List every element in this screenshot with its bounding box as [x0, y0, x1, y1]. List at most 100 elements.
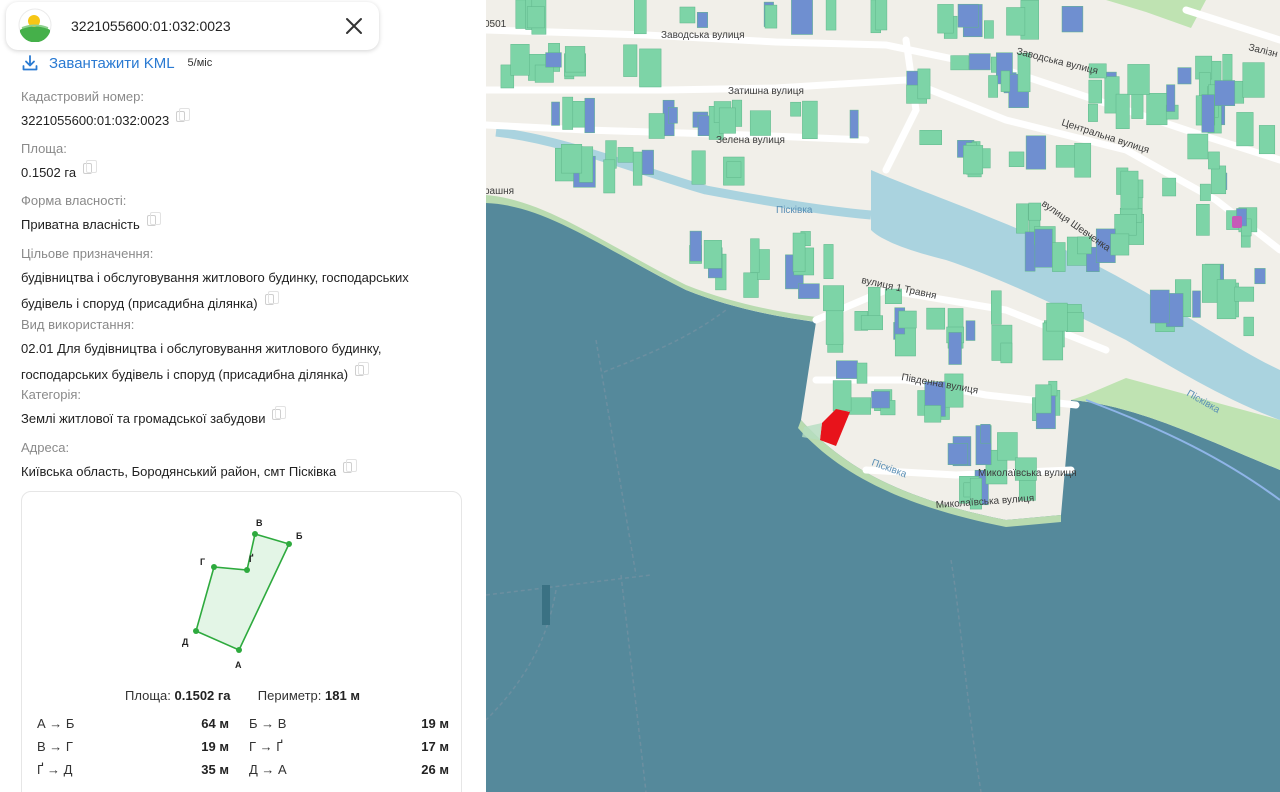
building — [948, 332, 962, 365]
segment-length: 64 м — [201, 716, 229, 731]
copy-icon[interactable] — [272, 406, 287, 420]
table-row: В → Г 19 м Г → Ґ 17 м — [37, 735, 449, 758]
building — [832, 380, 852, 412]
building — [1028, 202, 1042, 221]
building — [937, 4, 954, 34]
building — [1162, 177, 1177, 197]
vertex-point — [252, 531, 258, 537]
building — [634, 0, 647, 35]
download-icon[interactable] — [21, 54, 39, 72]
building — [1016, 203, 1029, 234]
building — [1088, 103, 1098, 122]
building — [991, 290, 1002, 325]
building — [790, 101, 802, 117]
map-canvas[interactable]: 0501 рашня Заводська вулиця Заводська ву… — [486, 0, 1280, 792]
plot-polygon — [195, 532, 291, 652]
building — [696, 12, 708, 28]
segment-name: В → Г — [37, 739, 73, 754]
building — [1201, 94, 1215, 133]
building — [1243, 316, 1254, 337]
cadastral-field: Кадастровий номер: 3221055600:01:032:002… — [21, 88, 451, 134]
category-label: Категорія: — [21, 387, 82, 402]
building — [749, 110, 771, 136]
cadastral-value-row: 3221055600:01:032:0023 — [21, 108, 451, 134]
vertex-label: А — [235, 660, 242, 670]
building — [1006, 7, 1026, 36]
building — [764, 4, 778, 29]
building — [924, 405, 942, 423]
building — [1034, 228, 1053, 268]
building — [1234, 286, 1255, 302]
building — [825, 0, 837, 31]
building — [836, 360, 858, 379]
building — [1210, 165, 1227, 195]
ownership-field: Форма власності: Приватна власність — [21, 192, 451, 238]
building — [798, 283, 820, 299]
close-icon[interactable] — [342, 14, 366, 38]
building — [1216, 279, 1237, 320]
title-bar: 3221055600:01:032:0023 — [6, 2, 379, 50]
building — [860, 315, 883, 331]
area-label: Площа: — [21, 141, 67, 156]
building — [639, 48, 662, 88]
copy-icon[interactable] — [176, 108, 191, 122]
vertex-point — [286, 541, 292, 547]
building — [1149, 289, 1170, 324]
segment-lengths-table: А → Б 64 м Б → В 19 м В → Г 19 м Г → Ґ 17 м … — [37, 712, 449, 781]
building — [1065, 312, 1084, 332]
building — [1254, 268, 1266, 285]
street-label-zavodska: Заводська вулиця — [661, 30, 745, 41]
ownership-value: Приватна власність — [21, 217, 140, 232]
building — [984, 20, 994, 39]
vertex-label: Д — [182, 637, 189, 647]
area-stat-value: 0.1502 га — [174, 688, 231, 703]
category-field: Категорія: Землі житлової та громадської… — [21, 386, 451, 432]
vertex-point — [244, 567, 250, 573]
building — [526, 6, 545, 29]
building — [691, 150, 706, 185]
building — [792, 232, 806, 272]
building — [968, 53, 991, 71]
building — [668, 107, 678, 124]
building — [871, 391, 890, 409]
building — [1166, 84, 1176, 112]
shop-icon[interactable] — [1232, 216, 1242, 228]
copy-icon[interactable] — [355, 362, 370, 376]
building — [1146, 93, 1168, 126]
building — [802, 100, 818, 139]
purpose-value: будівництва і обслуговування житлового б… — [21, 270, 409, 311]
building — [1196, 204, 1210, 236]
copy-icon[interactable] — [343, 459, 358, 473]
building — [848, 397, 871, 415]
segment-name: А → Б — [37, 716, 75, 731]
building — [825, 305, 844, 345]
map-view[interactable]: 0501 рашня Заводська вулиця Заводська ву… — [486, 0, 1280, 792]
street-label-mykolaivska: Миколаївська вулиця — [978, 468, 1077, 479]
vertex-point — [236, 647, 242, 653]
area-field: Площа: 0.1502 га — [21, 140, 451, 186]
building — [980, 424, 991, 444]
usage-field: Вид використання: 02.01 Для будівництва … — [21, 316, 411, 388]
building — [1214, 80, 1236, 106]
building — [1025, 135, 1047, 170]
copy-icon[interactable] — [83, 160, 98, 174]
building — [632, 151, 643, 186]
building — [750, 238, 760, 273]
category-value-row: Землі житлової та громадської забудови — [21, 406, 451, 432]
building — [1120, 170, 1139, 210]
plot-stats: Площа: 0.1502 га Периметр: 181 м — [22, 688, 463, 703]
building — [1222, 54, 1233, 81]
vertex-point — [211, 564, 217, 570]
building — [641, 149, 654, 175]
copy-icon[interactable] — [264, 291, 279, 305]
building — [545, 52, 562, 68]
segment-name: Д → А — [249, 762, 287, 777]
building — [551, 101, 560, 126]
perimeter-stat-label: Периметр: — [257, 688, 322, 703]
usage-value: 02.01 Для будівництва і обслуговування ж… — [21, 341, 382, 382]
area-value-row: 0.1502 га — [21, 160, 451, 186]
download-kml-link[interactable]: Завантажити KML — [49, 55, 175, 72]
building — [791, 0, 813, 35]
copy-icon[interactable] — [146, 212, 161, 226]
usage-value-row: 02.01 Для будівництва і обслуговування ж… — [21, 336, 411, 388]
